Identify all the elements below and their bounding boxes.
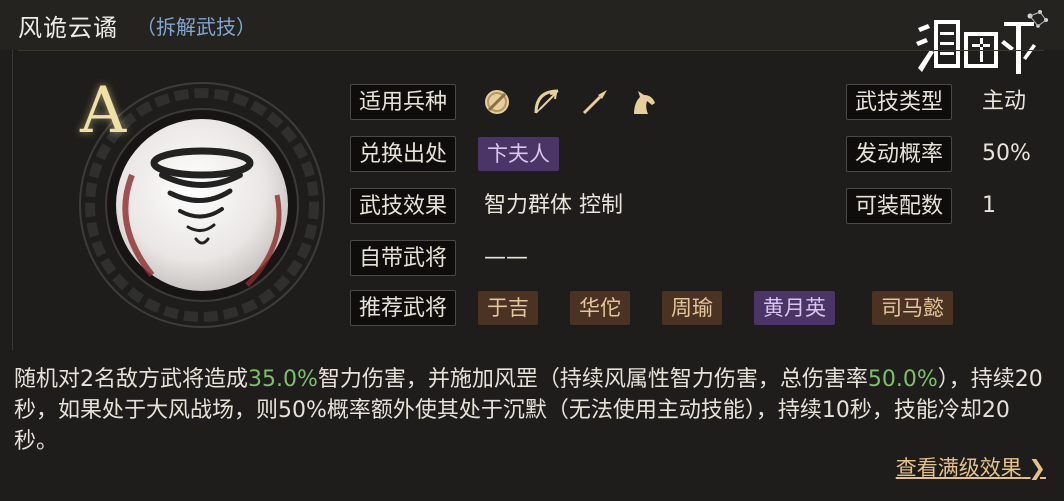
- prob-label: 发动概率: [846, 136, 953, 172]
- game-logo: [916, 10, 1048, 74]
- desc-total-rate: 50.0%: [867, 367, 938, 392]
- troops-label: 适用兵种: [350, 84, 457, 120]
- recommend-general-yuji[interactable]: 于吉: [478, 291, 538, 325]
- desc-part-2: 智力伤害，并施加风罡（持续风属性智力伤害，总伤害率: [317, 367, 868, 392]
- source-tag[interactable]: 卞夫人: [478, 137, 559, 171]
- view-max-level-link[interactable]: 查看满级效果 ❯: [896, 452, 1046, 482]
- spear-icon: [582, 90, 607, 115]
- type-value: 主动: [982, 89, 1027, 114]
- view-max-level-label: 查看满级效果: [895, 456, 1022, 480]
- skill-subtitle: （拆解武技）: [136, 15, 256, 39]
- equip-value: 1: [982, 193, 996, 218]
- recommend-general-huangyueying[interactable]: 黄月英: [754, 291, 835, 325]
- type-label: 武技类型: [846, 84, 953, 120]
- recommend-general-zhouyu[interactable]: 周瑜: [662, 291, 722, 325]
- own-general-value: ——: [484, 245, 528, 270]
- header-divider: [18, 50, 1044, 51]
- shield-icon: [485, 90, 509, 114]
- recommend-label: 推荐武将: [350, 290, 457, 326]
- left-border: [12, 50, 13, 350]
- skill-description: 随机对2名敌方武将造成35.0%智力伤害，并施加风罡（持续风属性智力伤害，总伤害…: [14, 364, 1050, 457]
- chevron-right-icon: ❯: [1021, 456, 1046, 480]
- effect-label: 武技效果: [350, 188, 457, 224]
- recommend-general-huatuo[interactable]: 华佗: [570, 291, 630, 325]
- prob-value: 50%: [982, 141, 1031, 166]
- desc-part-1: 随机对2名敌方武将造成: [14, 367, 248, 392]
- bow-icon: [534, 89, 559, 114]
- own-general-label: 自带武将: [350, 240, 457, 276]
- grade-badge: A: [80, 74, 127, 148]
- source-label: 兑换出处: [350, 136, 457, 172]
- desc-damage-rate: 35.0%: [248, 367, 318, 392]
- horse-icon: [634, 91, 655, 114]
- effect-value: 智力群体 控制: [484, 193, 623, 218]
- equip-label: 可装配数: [846, 188, 953, 224]
- skill-title: 风诡云谲: [18, 14, 118, 42]
- header: 风诡云谲 （拆解武技）: [0, 0, 1064, 74]
- recommend-general-simayi[interactable]: 司马懿: [872, 291, 953, 325]
